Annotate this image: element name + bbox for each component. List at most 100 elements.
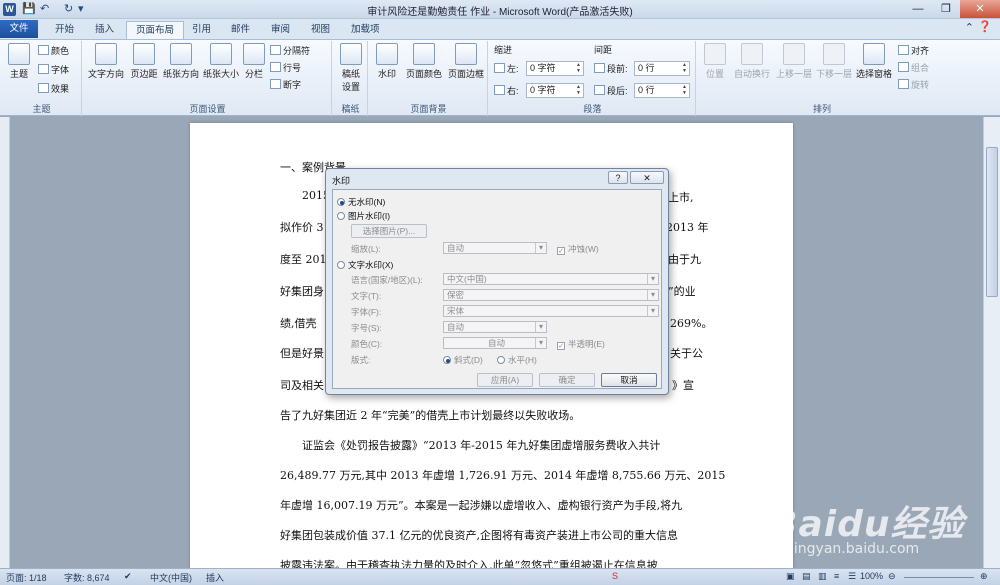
wrap-text-button[interactable]: 自动换行 <box>732 43 772 80</box>
spacing-label: 间距 <box>594 45 613 55</box>
vertical-ruler <box>0 117 10 568</box>
print-layout-view-icon[interactable]: ▣ <box>786 571 795 582</box>
watermark-button[interactable]: 水印 <box>372 43 402 80</box>
help-icon[interactable]: ❓ <box>978 20 992 33</box>
semitransparent-checkbox[interactable]: ✓ 半透明(E) <box>557 338 605 350</box>
close-button[interactable]: ✕ <box>960 0 1000 18</box>
margins-button[interactable]: 页边距 <box>128 43 160 80</box>
size-combo[interactable]: 自动 <box>443 321 547 333</box>
columns-button[interactable]: 分栏 <box>242 43 266 80</box>
selection-pane-button[interactable]: 选择窗格 <box>854 43 894 80</box>
text-watermark-radio[interactable]: 文字水印(X) <box>337 259 393 271</box>
tab-view[interactable]: 视图 <box>302 21 339 39</box>
spacing-after-icon <box>594 85 605 95</box>
theme-colors-button[interactable]: 颜色 <box>38 44 69 58</box>
tab-references[interactable]: 引用 <box>183 21 220 39</box>
page-count[interactable]: 页面: 1/18 <box>6 571 47 584</box>
ribbon: 主题 颜色 字体 效果 主题 文字方向 页边距 纸张方向 纸张大小 分栏 分隔符… <box>0 39 1000 116</box>
zoom-in-icon[interactable]: ⊕ <box>980 571 988 582</box>
ime-icon[interactable]: S <box>612 571 618 581</box>
indent-right-input[interactable]: 0 字符 <box>526 83 584 98</box>
send-backward-button[interactable]: 下移一层 <box>814 43 854 80</box>
group-theme: 主题 颜色 字体 效果 主题 <box>2 41 82 116</box>
zoom-level[interactable]: 100% <box>860 571 883 581</box>
draft-settings-button[interactable]: 稿纸 设置 <box>336 43 366 93</box>
proofing-icon[interactable]: ✔ <box>124 571 132 582</box>
doc-line: 绩,借壳 <box>280 317 317 330</box>
ribbon-tabs: 文件 开始 插入 页面布局 引用 邮件 审阅 视图 加载项 ⌃ ❓ <box>0 19 1000 39</box>
checkbox-checked-icon: ✓ <box>557 342 565 350</box>
text-combo[interactable]: 保密 <box>443 289 659 301</box>
theme-fonts-button[interactable]: 字体 <box>38 63 69 77</box>
apply-button[interactable]: 应用(A) <box>477 373 533 387</box>
doc-line: 269%。 <box>670 317 713 330</box>
themes-button[interactable]: 主题 <box>4 43 34 80</box>
washout-checkbox[interactable]: ✓ 冲蚀(W) <box>557 243 599 255</box>
doc-line: 上市, <box>668 191 694 204</box>
group-label-paragraph: 段落 <box>583 104 602 114</box>
doc-line: 关于公 <box>670 347 703 360</box>
select-picture-button[interactable]: 选择图片(P)... <box>351 224 427 238</box>
page-color-button[interactable]: 页面颜色 <box>404 43 444 80</box>
zoom-out-icon[interactable]: ⊖ <box>888 571 896 582</box>
tab-mailings[interactable]: 邮件 <box>222 21 259 39</box>
diagonal-radio[interactable]: 斜式(D) <box>443 354 483 366</box>
zoom-slider[interactable] <box>904 577 974 578</box>
insert-mode[interactable]: 插入 <box>206 571 224 584</box>
minimize-ribbon-icon[interactable]: ⌃ <box>965 21 974 34</box>
hyphenation-button[interactable]: 断字 <box>270 78 301 92</box>
dialog-body: 无水印(N) 图片水印(I) 选择图片(P)... 缩放(L): 自动 ✓冲蚀(… <box>332 189 662 389</box>
size-button[interactable]: 纸张大小 <box>202 43 240 80</box>
tab-home[interactable]: 开始 <box>46 21 83 39</box>
doc-line: 证监会《处罚报告披露》“2013 年-2015 年九好集团虚增服务费收入共计 <box>302 439 661 452</box>
radio-icon <box>337 212 345 220</box>
breaks-button[interactable]: 分隔符 <box>270 44 310 58</box>
group-objects-button[interactable]: 组合 <box>898 61 929 75</box>
group-page-setup: 文字方向 页边距 纸张方向 纸张大小 分栏 分隔符 行号 断字 页面设置 <box>84 41 332 116</box>
picture-watermark-radio[interactable]: 图片水印(I) <box>337 210 390 222</box>
align-icon <box>898 45 909 55</box>
color-combo[interactable]: 自动 <box>443 337 547 349</box>
word-count[interactable]: 字数: 8,674 <box>64 571 110 584</box>
position-button[interactable]: 位置 <box>700 43 730 80</box>
dialog-close-button[interactable]: ✕ <box>630 171 664 184</box>
tab-file[interactable]: 文件 <box>0 20 38 38</box>
line-numbers-button[interactable]: 行号 <box>270 61 301 75</box>
radio-icon <box>497 356 505 364</box>
cancel-button[interactable]: 取消 <box>601 373 657 387</box>
spacing-before-input[interactable]: 0 行 <box>634 61 690 76</box>
bring-forward-button[interactable]: 上移一层 <box>774 43 814 80</box>
orientation-button[interactable]: 纸张方向 <box>162 43 200 80</box>
minimize-button[interactable]: — <box>904 0 932 18</box>
align-button[interactable]: 对齐 <box>898 44 929 58</box>
vertical-scrollbar[interactable] <box>983 117 1000 568</box>
dialog-help-button[interactable]: ? <box>608 171 628 184</box>
rotate-button[interactable]: 旋转 <box>898 78 929 92</box>
outline-view-icon[interactable]: ≡ <box>834 571 839 581</box>
full-screen-view-icon[interactable]: ▤ <box>802 571 811 582</box>
bring-forward-icon <box>783 43 805 65</box>
ok-button[interactable]: 确定 <box>539 373 595 387</box>
indent-left-input[interactable]: 0 字符 <box>526 61 584 76</box>
language-combo[interactable]: 中文(中国) <box>443 273 659 285</box>
doc-line: 拟作价 3 <box>280 221 324 234</box>
theme-effects-button[interactable]: 效果 <box>38 82 69 96</box>
font-combo[interactable]: 宋体 <box>443 305 659 317</box>
tab-addins[interactable]: 加载项 <box>342 21 389 39</box>
scroll-thumb[interactable] <box>986 147 998 297</box>
tab-page-layout[interactable]: 页面布局 <box>126 21 185 39</box>
baidu-watermark-url: jingyan.baidu.com <box>790 541 920 557</box>
page-border-button[interactable]: 页面边框 <box>446 43 486 80</box>
tab-insert[interactable]: 插入 <box>86 21 123 39</box>
web-layout-view-icon[interactable]: ▥ <box>818 571 827 582</box>
draft-view-icon[interactable]: ☰ <box>848 571 856 582</box>
text-label: 文字(T): <box>351 291 382 301</box>
language-indicator[interactable]: 中文(中国) <box>150 571 192 584</box>
maximize-button[interactable]: ❐ <box>932 0 960 18</box>
horizontal-radio[interactable]: 水平(H) <box>497 354 537 366</box>
text-direction-button[interactable]: 文字方向 <box>86 43 126 80</box>
no-watermark-radio[interactable]: 无水印(N) <box>337 196 385 208</box>
tab-review[interactable]: 审阅 <box>262 21 299 39</box>
spacing-after-input[interactable]: 0 行 <box>634 83 690 98</box>
scale-combo[interactable]: 自动 <box>443 242 547 254</box>
